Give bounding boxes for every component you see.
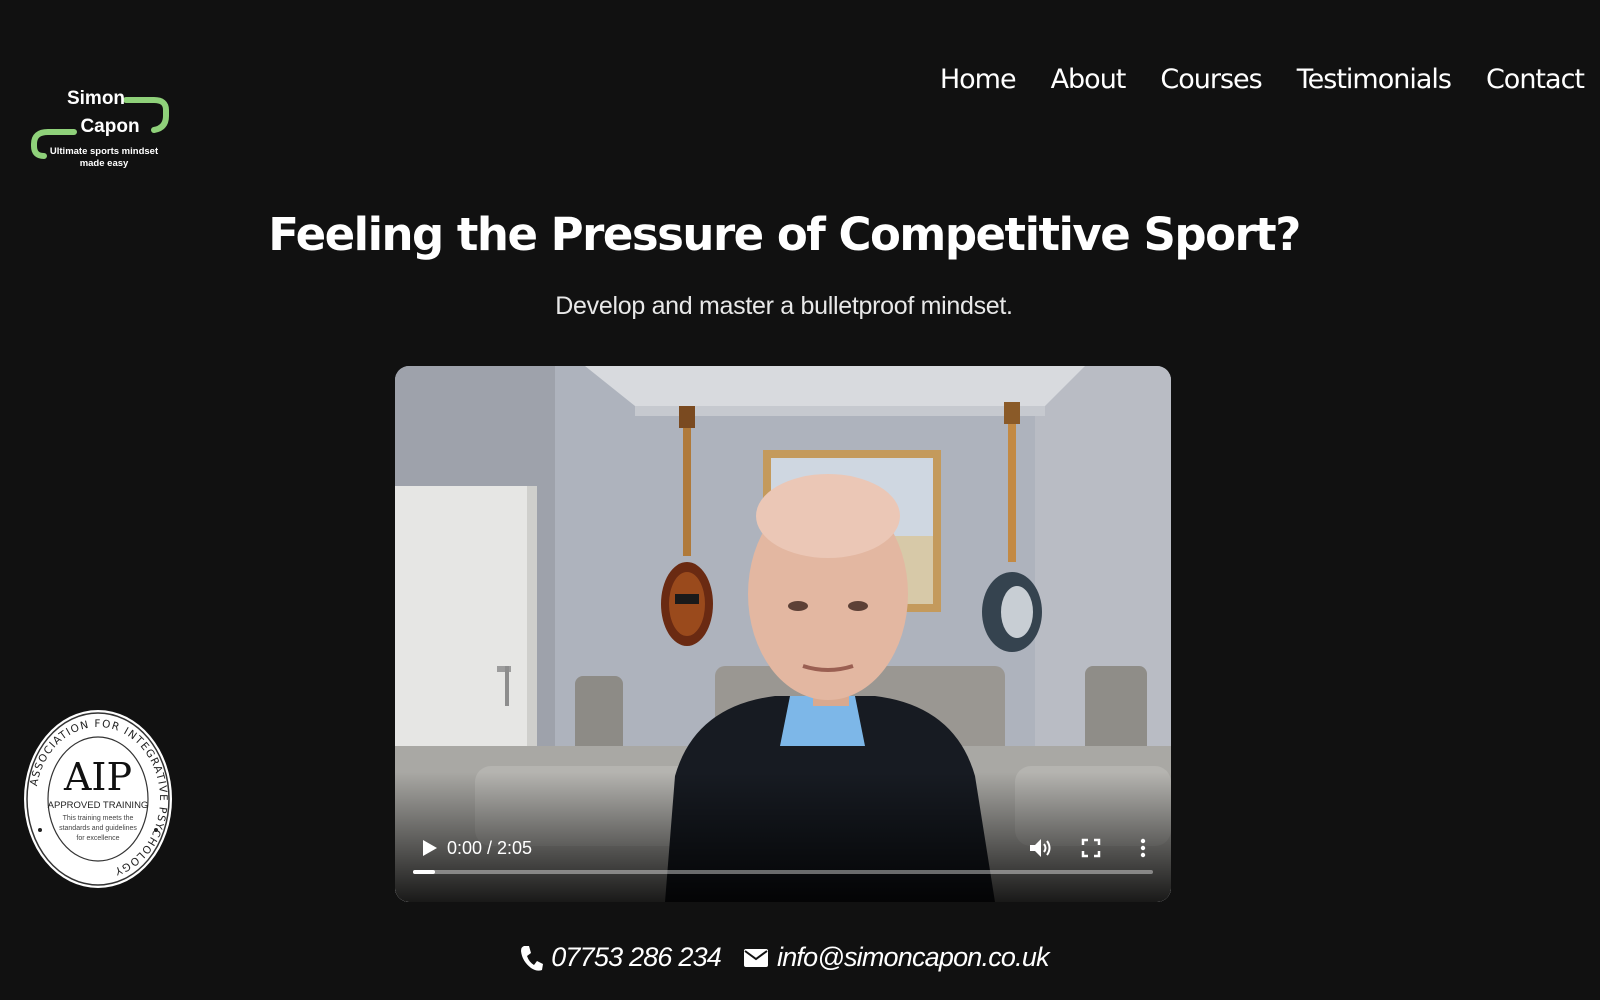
contact-email[interactable]: info@simoncapon.co.uk — [743, 942, 1050, 973]
site-logo[interactable]: Simon Capon Ultimate sports mindset made… — [26, 86, 172, 176]
badge-label: APPROVED TRAINING — [48, 800, 149, 811]
nav-courses[interactable]: Courses — [1160, 64, 1262, 95]
intro-video-player[interactable]: 0:00 / 2:05 — [395, 366, 1171, 902]
badge-desc-line3: for excellence — [76, 835, 119, 842]
video-progress-bar[interactable] — [413, 870, 1153, 874]
aip-approved-training-badge: ASSOCIATION FOR INTEGRATIVE PSYCHOLOGY A… — [24, 710, 172, 888]
contact-bar: 07753 286 234 info@simoncapon.co.uk — [0, 942, 1568, 973]
nav-contact[interactable]: Contact — [1486, 64, 1585, 95]
logo-name-line1: Simon — [66, 88, 126, 109]
main-navigation: Home About Courses Testimonials Contact — [940, 64, 1585, 95]
logo-name-line2: Capon — [80, 116, 140, 137]
nav-about[interactable]: About — [1051, 64, 1127, 95]
more-vertical-icon[interactable] — [1131, 836, 1155, 860]
video-controls-gradient — [395, 772, 1171, 902]
badge-desc-line2: standards and guidelines — [59, 825, 137, 832]
play-icon[interactable] — [417, 836, 441, 860]
badge-abbr: AIP — [63, 755, 132, 799]
hero-subtitle: Develop and master a bulletproof mindset… — [555, 292, 1013, 320]
email-address[interactable]: info@simoncapon.co.uk — [777, 942, 1050, 973]
nav-testimonials[interactable]: Testimonials — [1297, 64, 1452, 95]
hero-title: Feeling the Pressure of Competitive Spor… — [268, 208, 1301, 261]
phone-icon — [521, 945, 544, 971]
nav-home[interactable]: Home — [940, 64, 1017, 95]
video-progress-fill — [413, 870, 436, 874]
phone-number[interactable]: 07753 286 234 — [551, 942, 722, 973]
logo-tagline-line1: Ultimate sports mindset — [49, 146, 159, 157]
logo-tagline-line2: made easy — [79, 158, 129, 169]
fullscreen-icon[interactable] — [1079, 836, 1103, 860]
contact-phone[interactable]: 07753 286 234 — [519, 942, 722, 973]
badge-desc-line1: This training meets the — [63, 815, 134, 822]
video-time-display: 0:00 / 2:05 — [447, 838, 533, 858]
envelope-icon — [744, 948, 768, 967]
volume-icon[interactable] — [1027, 836, 1053, 860]
